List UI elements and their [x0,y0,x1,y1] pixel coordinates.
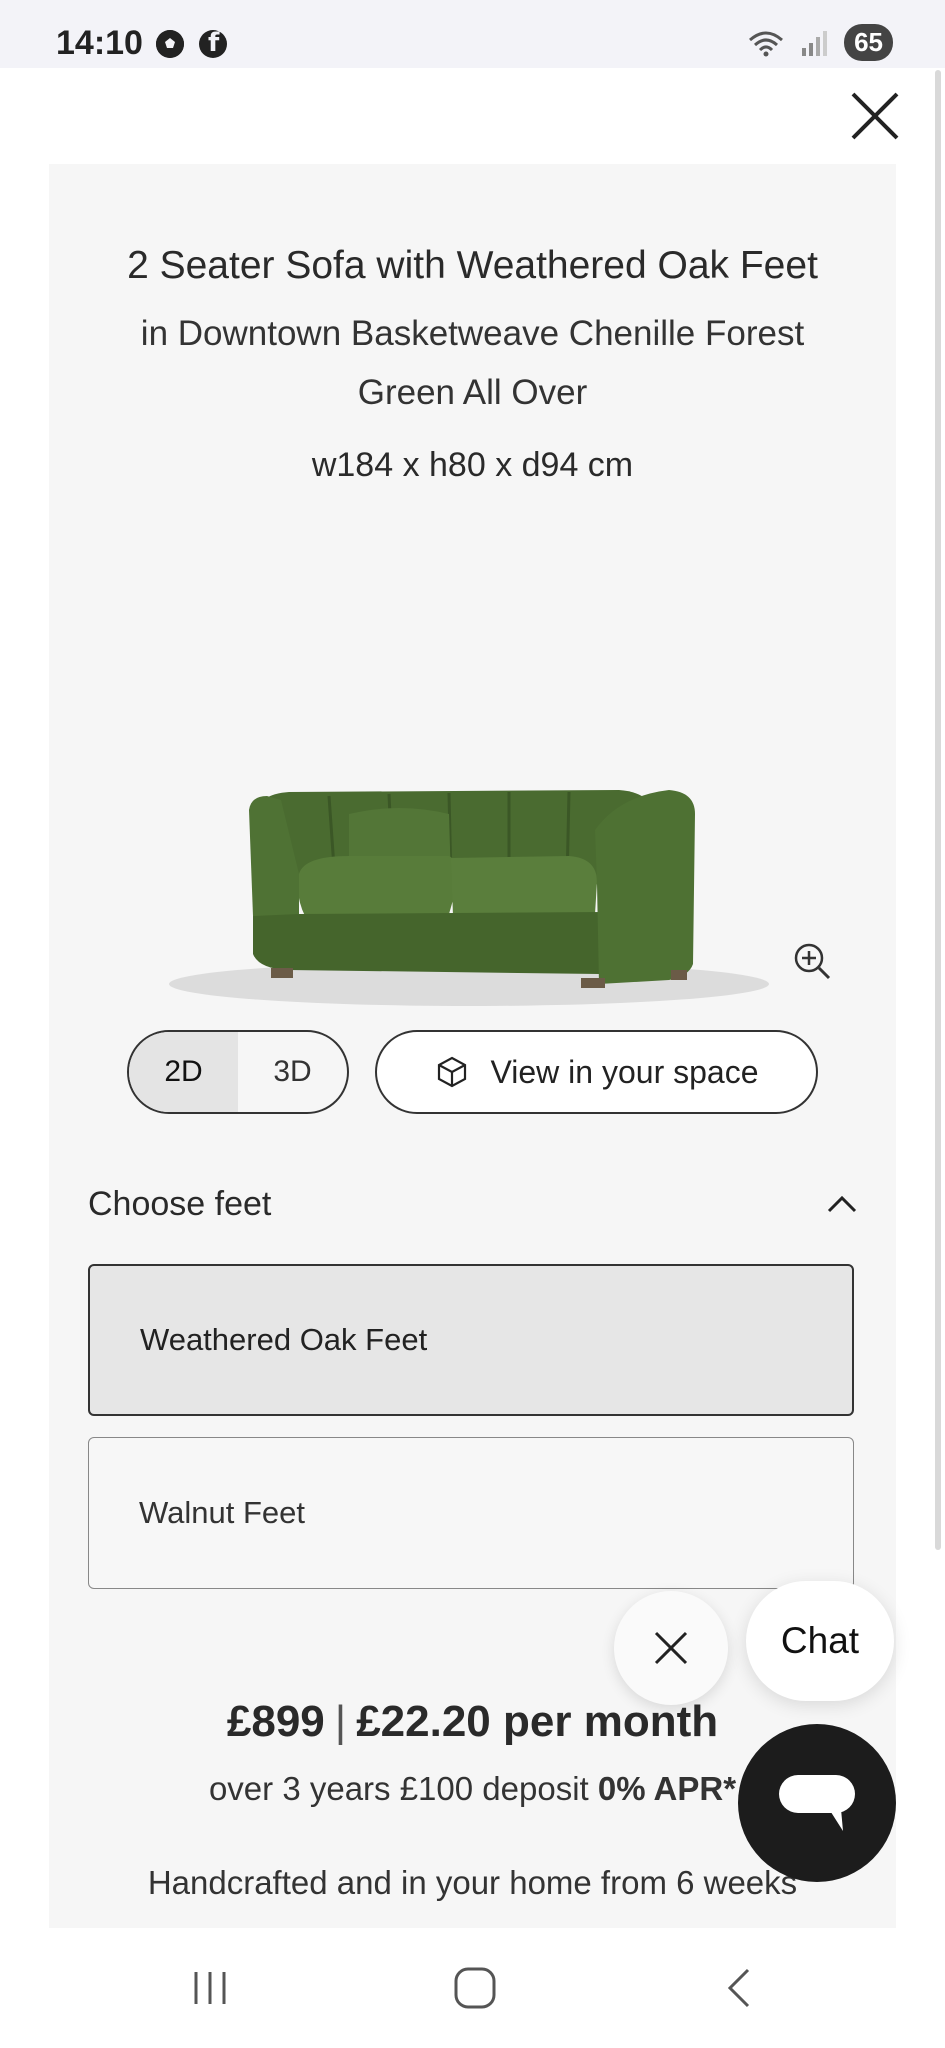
close-icon [654,1631,688,1665]
product-image[interactable] [149,624,789,1064]
view-in-your-space-label: View in your space [490,1053,759,1090]
product-dimensions: w184 x h80 x d94 cm [311,446,634,484]
home-icon [454,1967,496,2009]
view-mode-toggle: 2D 3D [127,1030,349,1114]
chat-bubble-icon [779,1775,855,1831]
product-title: 2 Seater Sofa with Weathered Oak Feet [127,244,818,287]
back-icon [727,1968,750,2008]
sofa-right-arm [595,790,695,984]
football-icon [156,30,184,58]
sofa-foot [271,968,293,978]
home-button[interactable] [440,1958,510,2018]
price: £899 [226,1697,325,1746]
system-nav-bar [0,1928,945,2048]
product-subtitle: in Downtown Basketweave Chenille Forest … [140,314,805,412]
feet-option-weathered-oak[interactable]: Weathered Oak Feet [88,1264,854,1416]
recent-apps-icon [194,1972,226,2004]
recent-apps-button[interactable] [175,1958,245,2018]
close-button[interactable] [847,88,903,144]
choose-feet-title: Choose feet [88,1184,272,1223]
apr-text: 0% APR* [597,1770,737,1807]
sofa-seat-left [297,856,458,916]
view-in-your-space-button[interactable]: View in your space [375,1030,818,1114]
toggle-3d[interactable]: 3D [238,1032,347,1112]
scrollbar[interactable] [935,70,941,1550]
choose-feet-header[interactable]: Choose feet [88,1174,858,1234]
wifi-icon [749,31,784,56]
sofa-foot [671,970,687,980]
chevron-up-icon [827,1195,857,1213]
battery-indicator: 65 [844,24,893,61]
back-button[interactable] [704,1958,774,2018]
zoom-button[interactable] [792,941,832,981]
status-time: 14:10 [56,24,143,62]
finance-text: over 3 years £100 deposit [208,1770,598,1807]
zoom-in-icon [794,943,831,980]
close-icon [851,92,899,140]
chat-label-button[interactable]: Chat [746,1581,894,1701]
delivery-info: Handcrafted and in your home from 6 week… [147,1864,798,1901]
sofa-seat-right [451,856,597,916]
chat-dismiss-button[interactable] [614,1591,728,1705]
sofa-foot [581,978,605,988]
toggle-2d[interactable]: 2D [129,1032,238,1112]
price-separator: | [334,1697,347,1746]
facebook-icon [199,28,227,58]
status-right-icons: 65 [746,24,893,61]
status-bar: 14:10 65 [0,0,945,68]
cube-icon [437,1056,466,1088]
feet-option-walnut[interactable]: Walnut Feet [88,1437,854,1589]
chat-launcher-button[interactable] [738,1724,896,1882]
signal-icon [802,30,828,56]
